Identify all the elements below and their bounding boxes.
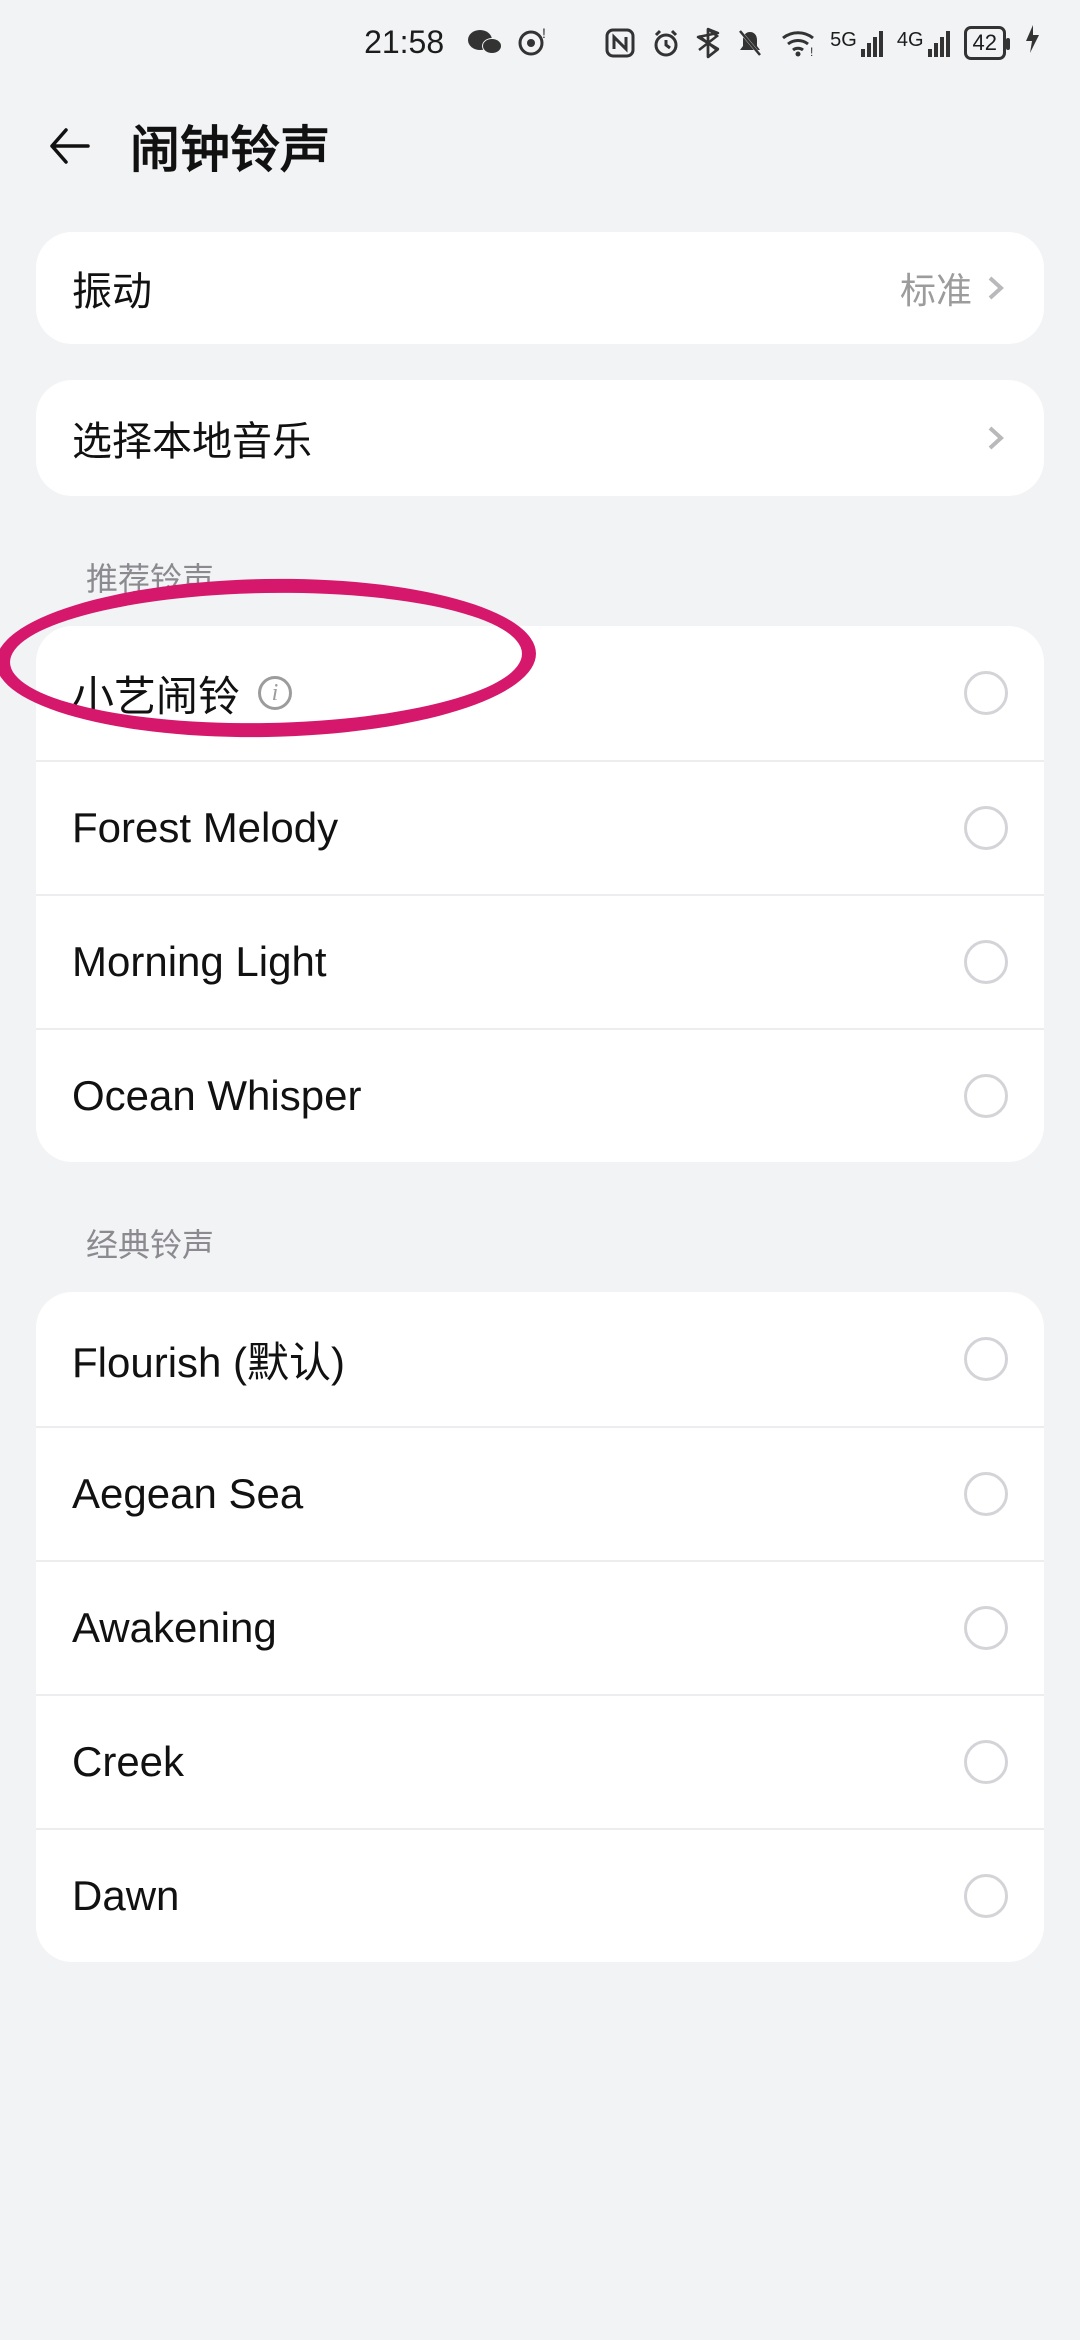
list-item[interactable]: Ocean Whisper <box>36 1028 1044 1162</box>
radio-unchecked[interactable] <box>964 1740 1008 1784</box>
ringtone-label: Aegean Sea <box>72 1470 964 1518</box>
list-item[interactable]: Aegean Sea <box>36 1426 1044 1560</box>
battery-level: 42 <box>973 30 997 56</box>
ringtone-label: Forest Melody <box>72 804 964 852</box>
chevron-right-icon <box>982 425 1008 451</box>
vibration-row[interactable]: 振动 标准 <box>36 232 1044 344</box>
content: 振动 标准 选择本地音乐 推荐铃声 小艺闹铃 i Forest Melody <box>0 232 1080 1962</box>
classic-list: Flourish (默认) Aegean Sea Awakening Creek… <box>36 1292 1044 1962</box>
page-title: 闹钟铃声 <box>130 110 330 182</box>
bluetooth-icon <box>696 27 720 59</box>
ringtone-label: Awakening <box>72 1604 964 1652</box>
list-item[interactable]: 小艺闹铃 i <box>36 626 1044 760</box>
radio-unchecked[interactable] <box>964 1472 1008 1516</box>
list-item[interactable]: Dawn <box>36 1828 1044 1962</box>
battery-icon: 42 <box>964 26 1006 60</box>
list-item[interactable]: Awakening <box>36 1560 1044 1694</box>
radio-unchecked[interactable] <box>964 1874 1008 1918</box>
info-icon[interactable]: i <box>258 676 292 710</box>
radio-unchecked[interactable] <box>964 1606 1008 1650</box>
radio-unchecked[interactable] <box>964 1074 1008 1118</box>
radio-unchecked[interactable] <box>964 940 1008 984</box>
radio-unchecked[interactable] <box>964 806 1008 850</box>
signal-4g-icon: 4G <box>897 29 950 57</box>
radio-unchecked[interactable] <box>964 1337 1008 1381</box>
back-button[interactable] <box>40 116 100 176</box>
ringtone-label: Creek <box>72 1738 964 1786</box>
vibration-label: 振动 <box>72 259 900 317</box>
status-bar: 21:58 ! ! 5G 4G 42 <box>0 0 1080 85</box>
svg-text:!: ! <box>542 28 546 41</box>
ringtone-label: 小艺闹铃 i <box>72 663 964 724</box>
ringtone-label: Dawn <box>72 1872 964 1920</box>
list-item[interactable]: Forest Melody <box>36 760 1044 894</box>
section-title-recommended: 推荐铃声 <box>36 496 1044 626</box>
list-item[interactable]: Flourish (默认) <box>36 1292 1044 1426</box>
wechat-icon <box>468 28 502 58</box>
list-item[interactable]: Morning Light <box>36 894 1044 1028</box>
ringtone-label: Morning Light <box>72 938 964 986</box>
recommended-list: 小艺闹铃 i Forest Melody Morning Light Ocean… <box>36 626 1044 1162</box>
signal-5g-icon: 5G <box>830 29 883 57</box>
vibration-card: 振动 标准 <box>36 232 1044 344</box>
arrow-left-icon <box>44 120 96 172</box>
ringtone-label: Ocean Whisper <box>72 1072 964 1120</box>
vibration-value: 标准 <box>900 262 972 314</box>
radio-unchecked[interactable] <box>964 671 1008 715</box>
alarm-icon <box>650 27 682 59</box>
header: 闹钟铃声 <box>0 85 1080 232</box>
chevron-right-icon <box>982 275 1008 301</box>
list-item[interactable]: Creek <box>36 1694 1044 1828</box>
local-music-row[interactable]: 选择本地音乐 <box>36 380 1044 496</box>
local-music-card: 选择本地音乐 <box>36 380 1044 496</box>
local-music-label: 选择本地音乐 <box>72 409 982 467</box>
ringtone-label: Flourish (默认) <box>72 1329 964 1390</box>
location-icon: ! <box>516 28 546 58</box>
section-title-classic: 经典铃声 <box>36 1162 1044 1292</box>
status-time: 21:58 <box>364 24 444 61</box>
mute-icon <box>734 27 766 59</box>
svg-text:!: ! <box>810 45 813 57</box>
wifi-icon: ! <box>780 29 816 57</box>
charging-icon <box>1024 23 1040 63</box>
nfc-icon <box>604 27 636 59</box>
